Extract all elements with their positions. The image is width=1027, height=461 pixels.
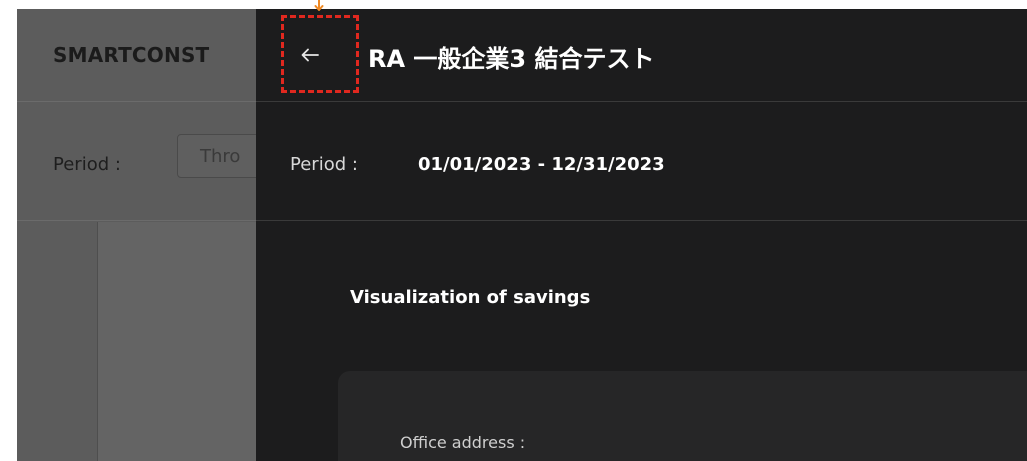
section-title: Visualization of savings xyxy=(350,287,591,308)
period-label: Period : xyxy=(290,154,358,175)
drawer-title: RA 一般企業3 結合テスト xyxy=(368,45,655,73)
office-address-label: Office address : xyxy=(400,433,526,452)
brand-logo-text: SMARTCONST xyxy=(53,43,210,67)
drawer-header: RA 一般企業3 結合テスト xyxy=(256,9,1027,102)
period-value: 01/01/2023 - 12/31/2023 xyxy=(418,154,665,175)
background-period-label: Period : xyxy=(53,154,121,175)
background-period-placeholder: Thro xyxy=(200,146,241,167)
annotation-arrow-icon xyxy=(313,0,325,12)
annotation-highlight-box xyxy=(281,15,359,93)
detail-drawer: RA 一般企業3 結合テスト Period : 01/01/2023 - 12/… xyxy=(256,9,1027,461)
screenshot-stage: SMARTCONST Period : Thro RA 一般企業3 結合テスト … xyxy=(0,0,1027,461)
background-content-column xyxy=(97,222,258,461)
savings-card: Office address : xyxy=(338,371,1027,461)
drawer-period-bar: Period : 01/01/2023 - 12/31/2023 xyxy=(256,102,1027,221)
